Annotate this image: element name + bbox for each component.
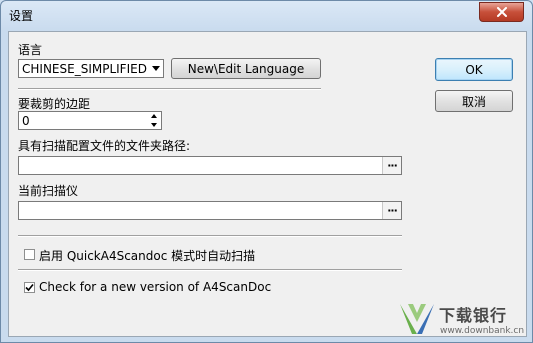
window-title: 设置 [9, 9, 34, 23]
spin-up-button[interactable] [147, 112, 161, 120]
cancel-button[interactable]: 取消 [435, 90, 513, 112]
auto-scan-checkbox[interactable] [24, 249, 35, 260]
language-select[interactable]: CHINESE_SIMPLIFIED [18, 59, 164, 78]
auto-scan-label: 启用 QuickA4Scandoc 模式时自动扫描 [39, 249, 256, 263]
config-folder-field[interactable]: ··· [18, 156, 402, 175]
spin-down-button[interactable] [147, 121, 161, 129]
divider [18, 88, 321, 90]
watermark-logo-icon [400, 304, 434, 334]
margin-spinner[interactable]: 0 [18, 111, 162, 130]
language-label: 语言 [18, 43, 43, 57]
check-update-checkbox[interactable] [24, 282, 35, 293]
dialog-body: 语言 CHINESE_SIMPLIFIED New\Edit Language … [8, 31, 527, 337]
scanner-field[interactable]: ··· [18, 201, 402, 220]
chevron-down-icon [152, 66, 160, 71]
browse-config-folder-button[interactable]: ··· [382, 157, 401, 174]
divider [18, 269, 402, 271]
settings-dialog: 设置 语言 CHINESE_SIMPLIFIED New\Edit Langua… [0, 0, 533, 343]
arrow-down-icon [151, 123, 157, 127]
config-folder-label: 具有扫描配置文件的文件夹路径: [18, 139, 191, 153]
scanner-label: 当前扫描仪 [18, 184, 79, 198]
close-button[interactable] [479, 2, 524, 22]
browse-scanner-button[interactable]: ··· [382, 202, 401, 219]
watermark-brand: 下载银行 [439, 306, 508, 325]
ok-button[interactable]: OK [435, 58, 513, 81]
check-update-label: Check for a new version of A4ScanDoc [39, 280, 272, 294]
watermark-url: www.downbank.cn [440, 326, 525, 336]
close-icon [496, 7, 507, 17]
margin-value: 0 [22, 114, 30, 128]
language-select-value: CHINESE_SIMPLIFIED [22, 62, 147, 76]
divider [18, 235, 402, 237]
checkmark-icon [25, 283, 34, 292]
watermark: 下载银行 www.downbank.cn [396, 298, 532, 342]
arrow-up-icon [151, 114, 157, 118]
edit-language-button[interactable]: New\Edit Language [171, 58, 321, 79]
margin-label: 要裁剪的边距 [18, 97, 91, 111]
